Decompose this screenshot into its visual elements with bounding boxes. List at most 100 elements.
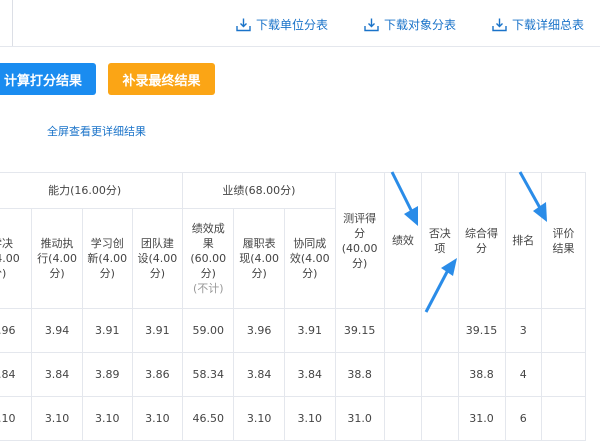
table-cell: 3.10 [0,396,33,441]
download-detail-link[interactable]: 下载详细总表 [492,14,584,34]
col-veto: 否决 项 [421,172,459,309]
table-cell: 3 [504,308,542,353]
table-cell [421,308,459,353]
download-unit-link[interactable]: 下载单位分表 [236,14,328,34]
col-ability-4: 团队建 设(4.00 分) [131,208,184,309]
col-label-line: (4.00 [0,252,20,265]
col-label-line: 履职表 [242,237,276,250]
table-cell: 3.10 [131,396,184,441]
table-cell [421,396,459,441]
col-label-line: 结果 [552,241,575,255]
download-unit-label: 下载单位分表 [256,17,329,32]
col-label-line: (40.00 [341,241,378,255]
col-label-line: 现(4.00 [239,252,280,265]
col-label-line: 学习创 [90,237,124,250]
table-cell: 38.8 [457,352,506,397]
col-ability-1: 学决 (4.00 分) [0,208,33,309]
col-label-line: 分) [251,267,267,280]
table-cell: 3.84 [283,352,336,397]
table-row: 3.843.843.893.8658.343.843.8438.838.84 [0,352,587,397]
table-cell: 3.84 [0,352,33,397]
table-cell: 39.15 [457,308,506,353]
table-cell: 58.34 [182,352,235,397]
performance-group-header: 业绩(68.00分) [182,172,336,209]
col-label-line: 分 [476,241,488,255]
col-label-line: 学决 [0,237,13,250]
col-label-line: 绩效 [391,234,414,247]
col-label-line: 团队建 [140,237,174,250]
col-eval: 评价 结果 [540,172,587,309]
col-performance-1: 绩效成 果 (60.00 分) (不计) [182,208,235,309]
col-label-line: 测评得 [343,211,377,225]
table-cell [421,352,459,397]
col-performance-2: 履职表 现(4.00 分) [233,208,285,309]
col-label-line: (60.00 [190,252,227,265]
table-row: 3.103.103.103.1046.503.103.1031.031.06 [0,396,587,441]
col-label-line: 综合得 [465,226,499,240]
col-label-line: 设(4.00 [137,252,178,265]
table-cell: 3.89 [81,352,133,397]
table-cell: 3.91 [131,308,184,353]
table-cell: 31.0 [334,396,385,441]
download-object-label: 下载对象分表 [384,17,457,32]
col-label-line: 推动执 [40,237,74,250]
not-counted-note: (不计) [192,282,224,295]
col-label-line: 协同成 [293,237,327,250]
download-icon [364,18,379,31]
table-cell [383,396,423,441]
table-cell: 3.84 [31,352,83,397]
table-cell: 3.91 [81,308,133,353]
table-cell [540,352,587,397]
table-cell: 31.0 [457,396,506,441]
supplement-result-button[interactable]: 补录最终结果 [108,63,215,95]
col-label-line: 分) [200,267,216,280]
table-cell: 3.10 [283,396,336,441]
col-label-line: 新(4.00 [87,252,128,265]
table-cell: 39.15 [334,308,385,353]
col-ability-2: 推动执 行(4.00 分) [31,208,83,309]
col-label-line: 分) [0,267,7,280]
col-label-line: 果 [202,237,214,250]
table-cell [383,308,423,353]
col-label-line: 排名 [512,234,535,247]
col-rank: 排名 [504,172,542,309]
table-cell: 3.96 [233,308,285,353]
col-label-line: 分) [149,267,166,280]
table-cell: 59.00 [182,308,235,353]
table-cell: 3.84 [233,352,285,397]
col-ability-3: 学习创 新(4.00 分) [81,208,133,309]
col-performance-3: 协同成 效(4.00 分) [283,208,336,309]
table-cell [540,308,587,353]
table-cell: 3.10 [81,396,133,441]
ability-group-header: 能力(16.00分) [0,172,184,209]
table-cell: 6 [504,396,542,441]
col-score-total: 测评得 分 (40.00 分) [334,172,385,309]
table-cell: 3.10 [31,396,83,441]
col-merit: 绩效 [383,172,423,309]
col-label-line: 分 [354,226,366,240]
download-object-link[interactable]: 下载对象分表 [364,14,456,34]
col-label-line: 分) [302,267,318,280]
tab-panel-edge [0,0,13,47]
table-cell [383,352,423,397]
download-detail-label: 下载详细总表 [512,17,585,32]
table-cell: 3.91 [283,308,336,353]
col-label-line: 项 [434,241,446,255]
col-label-line: 分) [352,256,368,270]
tab-divider [0,46,600,47]
table-cell: 3.10 [233,396,285,441]
col-overall: 综合得 分 [457,172,506,309]
table-cell: 3.96 [0,308,33,353]
table-row: 3.963.943.913.9159.003.963.9139.1539.153 [0,308,587,353]
fullscreen-view-link[interactable]: 全屏查看更详细结果 [47,123,146,139]
col-label-line: 否决 [428,226,451,240]
table-cell: 3.94 [31,308,83,353]
col-label-line: 效(4.00 [289,252,330,265]
col-label-line: 分) [49,267,65,280]
results-table: 能力(16.00分) 业绩(68.00分) 测评得 分 (40.00 分) 绩效… [0,172,587,441]
download-icon [236,18,251,31]
download-icon [492,18,507,31]
col-label-line: 分) [99,267,115,280]
col-label-line: 绩效成 [191,222,225,235]
calculate-score-button[interactable]: 计算打分结果 [0,63,96,95]
